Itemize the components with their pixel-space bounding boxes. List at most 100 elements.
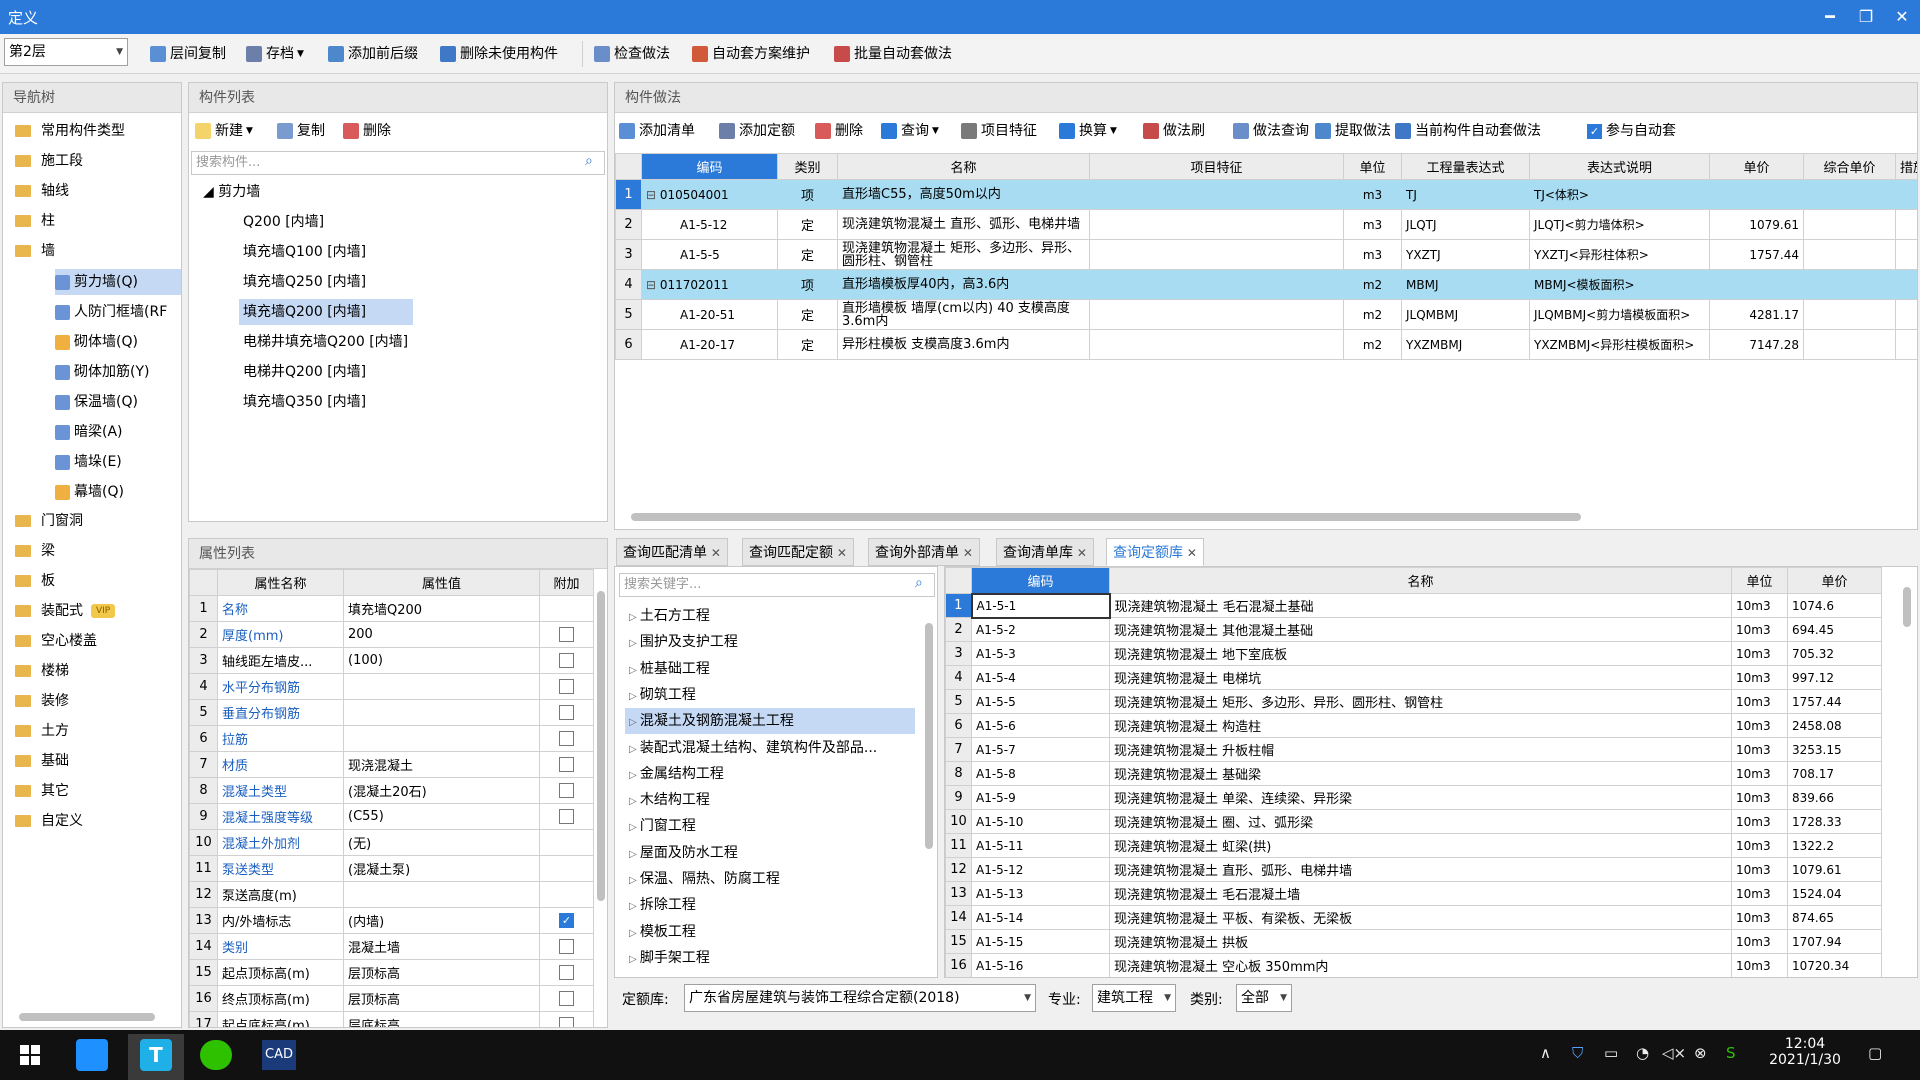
floor-select[interactable]: 第2层 ▼: [4, 38, 128, 66]
extra-checkbox[interactable]: [559, 705, 574, 720]
batch-auto-button[interactable]: 批量自动套做法: [834, 39, 952, 69]
nav-item[interactable]: 空心楼盖: [15, 629, 97, 653]
library-tree-node[interactable]: ▷ 保温、隔热、防腐工程: [625, 866, 784, 892]
method-expr[interactable]: YXZTJ: [1401, 239, 1530, 270]
nav-item[interactable]: 施工段: [15, 149, 83, 173]
property-row[interactable]: 11 泵送类型 (混凝土泵): [189, 855, 594, 882]
nav-item[interactable]: 装修: [15, 689, 69, 713]
extra-checkbox[interactable]: ✓: [559, 913, 574, 928]
method-row[interactable]: 3 A1-5-5 定现浇建筑物混凝土 矩形、多边形、异形、圆形柱、钢管柱 m3 YXZT…: [615, 239, 1917, 270]
method-feature[interactable]: [1089, 299, 1344, 330]
library-tree-node[interactable]: ▷ 金属结构工程: [625, 761, 728, 787]
component-item[interactable]: 填充墙Q200 [内墙]: [239, 299, 413, 325]
library-row[interactable]: 2 A1-5-2 现浇建筑物混凝土 其他混凝土基础 10m3 694.45: [945, 617, 1882, 642]
method-code[interactable]: A1-20-17: [641, 329, 778, 360]
mute-icon[interactable]: ⊗: [1694, 1044, 1707, 1062]
property-row[interactable]: 9 混凝土强度等级 (C55): [189, 803, 594, 830]
nav-item[interactable]: 基础: [15, 749, 69, 773]
check-method-button[interactable]: 检查做法: [594, 39, 670, 69]
method-button[interactable]: 当前构件自动套做法: [1395, 116, 1541, 146]
close-icon[interactable]: ✕: [959, 546, 973, 560]
nav-item[interactable]: 自定义: [15, 809, 83, 833]
query-tab[interactable]: 查询定额库 ✕: [1106, 538, 1204, 566]
property-row[interactable]: 8 混凝土类型 (混凝土20石): [189, 777, 594, 804]
property-value[interactable]: [343, 881, 540, 908]
shield-icon[interactable]: ⛉: [1572, 1044, 1583, 1062]
library-tree-node[interactable]: ▷ 桩基础工程: [625, 656, 714, 682]
method-row[interactable]: 1 ⊟ 010504001 项直形墙C55，高度50m以内 m3 TJ TJ<体积>: [615, 179, 1917, 210]
extra-checkbox[interactable]: [559, 679, 574, 694]
app-tray-icon[interactable]: S: [1726, 1044, 1736, 1062]
nav-item[interactable]: 柱: [15, 209, 55, 233]
app-t-tile[interactable]: T: [128, 1034, 184, 1080]
property-value[interactable]: 层顶标高: [343, 959, 540, 986]
method-name[interactable]: 现浇建筑物混凝土 直形、弧形、电梯井墙: [837, 209, 1090, 240]
library-tree-node[interactable]: ▷ 脚手架工程: [625, 945, 714, 971]
search-icon[interactable]: ⌕: [915, 575, 923, 591]
close-icon[interactable]: ✕: [833, 546, 847, 560]
method-expr[interactable]: JLQTJ: [1401, 209, 1530, 240]
delete-button[interactable]: 删除: [343, 116, 391, 146]
minimize-button[interactable]: ━: [1810, 4, 1850, 30]
method-header[interactable]: 单位: [1343, 153, 1402, 180]
extra-checkbox[interactable]: [559, 965, 574, 980]
nav-item[interactable]: 装配式 VIP: [15, 599, 116, 623]
new-button[interactable]: 新建 ▼: [195, 116, 253, 146]
method-expr[interactable]: YXZMBMJ: [1401, 329, 1530, 360]
cad-icon[interactable]: CAD: [262, 1040, 296, 1070]
component-item[interactable]: 填充墙Q350 [内墙]: [239, 389, 370, 415]
extra-checkbox[interactable]: [559, 731, 574, 746]
restore-button[interactable]: ❐: [1846, 4, 1886, 30]
nav-item[interactable]: 常用构件类型: [15, 119, 125, 143]
participate-checkbox[interactable]: ✓: [1587, 123, 1602, 139]
extra-checkbox[interactable]: [559, 1017, 574, 1027]
close-icon[interactable]: ✕: [1073, 546, 1087, 560]
method-button[interactable]: 提取做法: [1315, 116, 1391, 146]
method-h-scrollbar[interactable]: [631, 513, 1581, 521]
extra-checkbox[interactable]: [559, 809, 574, 824]
method-button[interactable]: 添加清单: [619, 116, 695, 146]
property-row[interactable]: 15 起点顶标高(m) 层顶标高: [189, 959, 594, 986]
property-value[interactable]: [343, 725, 540, 752]
notification-icon[interactable]: ▢: [1868, 1044, 1882, 1062]
nav-item[interactable]: 门窗洞: [15, 509, 83, 533]
method-feature[interactable]: [1089, 179, 1344, 210]
property-row[interactable]: 2 厚度(mm) 200: [189, 621, 594, 648]
method-code[interactable]: ⊟ 010504001: [641, 179, 778, 210]
property-value[interactable]: [343, 673, 540, 700]
method-expr[interactable]: MBMJ: [1401, 269, 1530, 300]
close-icon[interactable]: ✕: [1183, 546, 1197, 560]
component-item[interactable]: Q200 [内墙]: [239, 209, 328, 235]
method-row[interactable]: 4 ⊟ 011702011 项直形墙模板厚40内，高3.6内 m2 MBMJ MBMJ<模…: [615, 269, 1917, 300]
property-value[interactable]: (混凝土泵): [343, 855, 540, 882]
extra-checkbox[interactable]: [559, 991, 574, 1006]
method-name[interactable]: 直形墙模板 墙厚(cm以内) 40 支模高度3.6m内: [837, 299, 1090, 330]
wechat-icon[interactable]: [200, 1040, 232, 1070]
library-scrollbar[interactable]: [1903, 587, 1911, 627]
library-tree-node[interactable]: ▷ 装配式混凝土结构、建筑构件及部品...: [625, 735, 881, 761]
extra-checkbox[interactable]: [559, 757, 574, 772]
library-row[interactable]: 5 A1-5-5 现浇建筑物混凝土 矩形、多边形、异形、圆形柱、钢管柱 10m3 175…: [945, 689, 1882, 714]
property-row[interactable]: 4 水平分布钢筋: [189, 673, 594, 700]
library-row[interactable]: 9 A1-5-9 现浇建筑物混凝土 单梁、连续梁、异形梁 10m3 839.66: [945, 785, 1882, 810]
specialty-select[interactable]: 建筑工程 ▼: [1092, 984, 1176, 1012]
property-row[interactable]: 1 名称 填充墙Q200: [189, 595, 594, 622]
method-row[interactable]: 2 A1-5-12 定现浇建筑物混凝土 直形、弧形、电梯井墙 m3 JLQTJ JLQTJ…: [615, 209, 1917, 240]
component-search-input[interactable]: 搜索构件...: [191, 151, 605, 175]
query-tab[interactable]: 查询匹配定额 ✕: [742, 538, 854, 566]
method-header[interactable]: 表达式说明: [1529, 153, 1710, 180]
collapse-icon[interactable]: ⊟: [646, 278, 660, 292]
extra-checkbox[interactable]: [559, 627, 574, 642]
nav-item[interactable]: 楼梯: [15, 659, 69, 683]
method-header[interactable]: 综合单价: [1803, 153, 1896, 180]
nav-wall-item[interactable]: 砌体加筋(Y): [55, 359, 181, 385]
method-name[interactable]: 直形墙C55，高度50m以内: [837, 179, 1090, 210]
library-row[interactable]: 13 A1-5-13 现浇建筑物混凝土 毛石混凝土墙 10m3 1524.04: [945, 881, 1882, 906]
method-header[interactable]: 编码: [641, 153, 778, 180]
nav-item[interactable]: 梁: [15, 539, 55, 563]
quota-library-select[interactable]: 广东省房屋建筑与装饰工程综合定额(2018) ▼: [684, 984, 1036, 1012]
method-feature[interactable]: [1089, 329, 1344, 360]
method-name[interactable]: 直形墙模板厚40内，高3.6内: [837, 269, 1090, 300]
method-name[interactable]: 现浇建筑物混凝土 矩形、多边形、异形、圆形柱、钢管柱: [837, 239, 1090, 270]
method-button[interactable]: 查询 ▼: [881, 116, 939, 146]
